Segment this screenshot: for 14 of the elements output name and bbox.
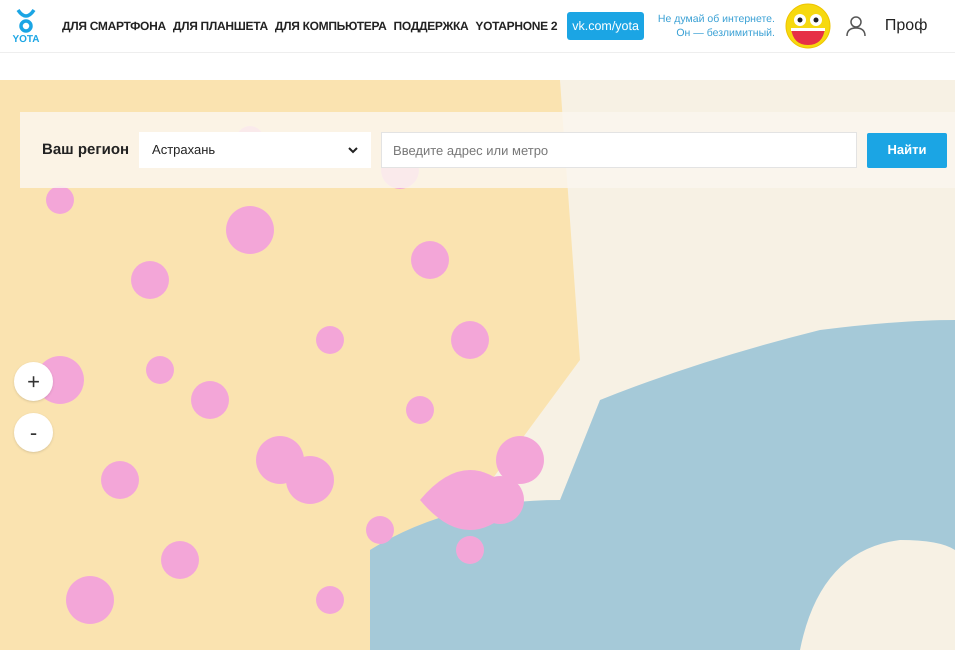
region-label: Ваш регион <box>42 140 130 160</box>
nav-link[interactable]: ДЛЯ СМАРТФОНА <box>62 17 166 35</box>
nav-link[interactable]: ДЛЯ ПЛАНШЕТА <box>172 17 268 35</box>
nav-link[interactable]: ДЛЯ КОМПЬЮТЕРА <box>274 17 387 35</box>
nav-link[interactable]: YOTAPHONE 2 <box>475 17 558 35</box>
smiley-icon[interactable] <box>784 3 831 49</box>
address-field[interactable]: Введите адрес или метро <box>381 132 857 168</box>
profile-link[interactable]: Проф <box>884 14 928 38</box>
chevron-down-icon <box>348 146 358 154</box>
slogan-text: Не думай об интернете. Он — безлимитный. <box>658 12 775 40</box>
logo-icon <box>15 8 37 34</box>
user-icon[interactable] <box>844 15 867 37</box>
nav-link[interactable]: ПОДДЕРЖКА <box>394 17 468 35</box>
region-select[interactable]: Астрахань <box>139 132 372 168</box>
